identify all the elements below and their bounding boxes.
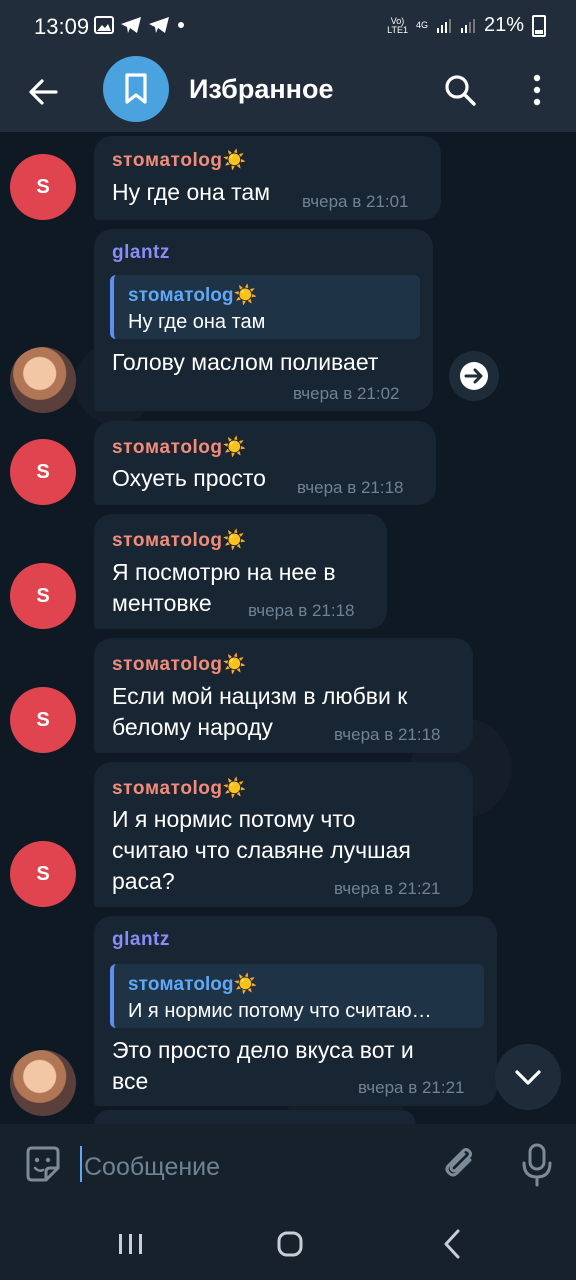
paperclip-icon bbox=[445, 1148, 472, 1177]
back-button[interactable] bbox=[24, 72, 64, 112]
message-time: вчера в 21:18 bbox=[297, 478, 404, 497]
system-nav-bar bbox=[0, 1206, 576, 1280]
telegram-icon-2 bbox=[149, 17, 169, 33]
avatar[interactable]: S bbox=[10, 841, 76, 907]
battery-icon bbox=[532, 14, 546, 37]
search-icon bbox=[445, 75, 476, 106]
message-time: вчера в 21:01 bbox=[302, 192, 409, 211]
message-bubble[interactable]: glantz sтoмaтolog☀️ Ну где она там Голов… bbox=[94, 229, 433, 411]
attach-button[interactable] bbox=[440, 1144, 482, 1186]
forward-button[interactable] bbox=[449, 351, 499, 401]
microphone-icon bbox=[522, 1143, 552, 1187]
avatar[interactable]: S bbox=[10, 563, 76, 629]
message-input[interactable] bbox=[82, 1146, 426, 1188]
message-composer bbox=[0, 1124, 576, 1206]
search-button[interactable] bbox=[440, 70, 480, 110]
voice-record-button[interactable] bbox=[516, 1142, 558, 1188]
avatar[interactable] bbox=[10, 1050, 76, 1116]
home-icon bbox=[277, 1231, 303, 1257]
message-sender[interactable]: sтoмaтolog☀️ bbox=[112, 435, 247, 459]
message-text: Ну где она там bbox=[112, 179, 271, 205]
chat-header: Избранное bbox=[0, 54, 576, 132]
message-bubble[interactable]: sтoмaтolog☀️ Охуеть просто вчера в 21:18 bbox=[94, 421, 436, 505]
network-gen: 4G bbox=[415, 20, 428, 30]
signal-icon bbox=[436, 18, 451, 33]
avatar[interactable]: S bbox=[10, 439, 76, 505]
status-time: 13:09 bbox=[34, 14, 90, 39]
more-menu-button[interactable] bbox=[522, 70, 552, 110]
message-time: вчера в 21:18 bbox=[248, 601, 355, 620]
reply-text: И я нормис потому что считаю… bbox=[128, 1000, 432, 1022]
more-vertical-icon bbox=[533, 74, 541, 106]
sticker-smile-icon bbox=[26, 1146, 60, 1182]
message-sender[interactable]: sтoмaтolog☀️ bbox=[112, 652, 247, 676]
message-time: вчера в 21:21 bbox=[334, 879, 441, 898]
telegram-icon bbox=[121, 17, 141, 33]
battery-percent: 21% bbox=[483, 14, 524, 36]
reply-text: Ну где она там bbox=[128, 311, 266, 333]
gallery-icon bbox=[94, 16, 114, 34]
scroll-to-bottom-button[interactable] bbox=[495, 1044, 561, 1110]
notification-icons bbox=[94, 16, 186, 34]
reply-quote[interactable]: sтoмaтolog☀️ И я нормис потому что счита… bbox=[110, 964, 484, 1028]
reply-sender: sтoмaтolog☀️ bbox=[128, 974, 258, 995]
emoji-button[interactable] bbox=[22, 1144, 64, 1186]
volte-indicator: Vo) LTE1 bbox=[387, 15, 408, 35]
dot-icon bbox=[178, 22, 184, 28]
chevron-left-icon bbox=[444, 1229, 460, 1259]
message-sender[interactable]: sтoмaтolog☀️ bbox=[112, 148, 247, 172]
bookmark-icon bbox=[125, 73, 147, 104]
avatar[interactable] bbox=[10, 347, 76, 413]
chat-screen: 13:09 Vo) LTE1 4G 21% Избранное S sтoмaт… bbox=[0, 0, 576, 1280]
chat-title[interactable]: Избранное bbox=[189, 74, 333, 105]
forward-arrow-icon bbox=[460, 362, 488, 390]
message-text: Охуеть просто bbox=[112, 465, 266, 491]
chevron-down-icon bbox=[515, 1070, 541, 1085]
message-sender[interactable]: sтoмaтolog☀️ bbox=[112, 528, 247, 552]
home-button[interactable] bbox=[276, 1230, 304, 1258]
message-bubble[interactable]: sтoмaтolog☀️ И я нормис потому что счита… bbox=[94, 762, 473, 907]
message-sender[interactable]: glantz bbox=[112, 929, 170, 951]
message-bubble[interactable]: sтoмaтolog☀️ Если мой нацизм в любви к б… bbox=[94, 638, 473, 753]
message-time: вчера в 21:18 bbox=[334, 725, 441, 744]
message-sender[interactable]: glantz bbox=[112, 242, 170, 264]
arrow-left-icon bbox=[29, 79, 58, 105]
reply-quote[interactable]: sтoмaтolog☀️ Ну где она там bbox=[110, 275, 420, 339]
system-status: Vo) LTE1 4G 21% bbox=[387, 14, 546, 37]
message-time: вчера в 21:02 bbox=[293, 384, 400, 403]
message-bubble[interactable]: sтoмaтolog☀️ Я посмотрю на нее в ментовк… bbox=[94, 514, 387, 629]
signal-icon-2 bbox=[460, 18, 475, 33]
avatar[interactable]: S bbox=[10, 154, 76, 220]
reply-sender: sтoмaтolog☀️ bbox=[128, 285, 258, 306]
message-bubble[interactable]: glantz sтoмaтolog☀️ И я нормис потому чт… bbox=[94, 916, 497, 1106]
recent-apps-button[interactable] bbox=[116, 1232, 146, 1256]
saved-messages-avatar[interactable] bbox=[103, 56, 169, 122]
status-bar: 13:09 Vo) LTE1 4G 21% bbox=[0, 0, 576, 54]
message-bubble[interactable]: sтoмaтolog☀️ Ну где она там вчера в 21:0… bbox=[94, 136, 441, 220]
system-back-button[interactable] bbox=[442, 1228, 462, 1260]
message-sender[interactable]: sтoмaтolog☀️ bbox=[112, 776, 247, 800]
message-text: Голову маслом поливает bbox=[112, 349, 379, 375]
message-time: вчера в 21:21 bbox=[358, 1078, 465, 1097]
recent-apps-icon bbox=[119, 1234, 142, 1254]
avatar[interactable]: S bbox=[10, 687, 76, 753]
